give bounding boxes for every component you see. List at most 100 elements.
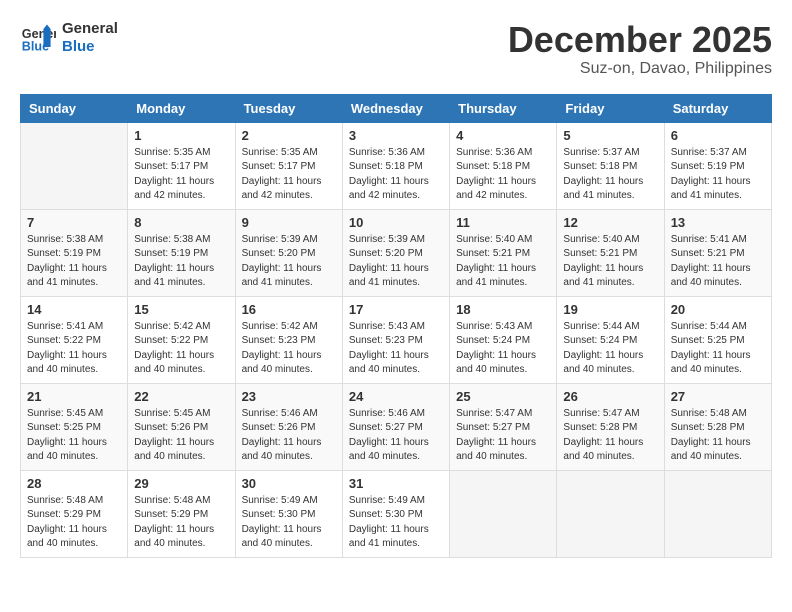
calendar-cell: 3 Sunrise: 5:36 AM Sunset: 5:18 PM Daylig… bbox=[342, 122, 449, 209]
day-number: 2 bbox=[242, 128, 336, 143]
calendar-week-row: 28 Sunrise: 5:48 AM Sunset: 5:29 PM Dayli… bbox=[21, 470, 772, 557]
day-info: Sunrise: 5:45 AM Sunset: 5:26 PM Dayligh… bbox=[134, 407, 228, 465]
day-number: 15 bbox=[134, 302, 228, 317]
day-number: 16 bbox=[242, 302, 336, 317]
day-number: 19 bbox=[563, 302, 657, 317]
calendar-cell bbox=[450, 470, 557, 557]
calendar-cell: 25Sunrise: 5:47 AM Sunset: 5:27 PM Dayli… bbox=[450, 383, 557, 470]
day-number: 10 bbox=[349, 215, 443, 230]
day-number: 18 bbox=[456, 302, 550, 317]
day-number: 4 bbox=[456, 128, 550, 143]
weekday-header-monday: Monday bbox=[128, 94, 235, 122]
calendar-cell: 6 Sunrise: 5:37 AM Sunset: 5:19 PM Daylig… bbox=[664, 122, 771, 209]
calendar-cell bbox=[557, 470, 664, 557]
day-info: Sunrise: 5:37 AM Sunset: 5:18 PM Dayligh… bbox=[563, 146, 657, 204]
calendar-cell: 23Sunrise: 5:46 AM Sunset: 5:26 PM Dayli… bbox=[235, 383, 342, 470]
day-info: Sunrise: 5:48 AM Sunset: 5:28 PM Dayligh… bbox=[671, 407, 765, 465]
calendar-cell bbox=[664, 470, 771, 557]
day-info: Sunrise: 5:43 AM Sunset: 5:24 PM Dayligh… bbox=[456, 320, 550, 378]
calendar-cell bbox=[21, 122, 128, 209]
calendar-cell: 15Sunrise: 5:42 AM Sunset: 5:22 PM Dayli… bbox=[128, 296, 235, 383]
day-info: Sunrise: 5:44 AM Sunset: 5:24 PM Dayligh… bbox=[563, 320, 657, 378]
calendar-header-row: SundayMondayTuesdayWednesdayThursdayFrid… bbox=[21, 94, 772, 122]
calendar-cell: 30 Sunrise: 5:49 AM Sunset: 5:30 PM Dayli… bbox=[235, 470, 342, 557]
day-number: 26 bbox=[563, 389, 657, 404]
day-info: Sunrise: 5:36 AM Sunset: 5:18 PM Dayligh… bbox=[456, 146, 550, 204]
page-header: General Blue General Blue December 2025 … bbox=[20, 20, 772, 78]
day-info: Sunrise: 5:40 AM Sunset: 5:21 PM Dayligh… bbox=[563, 233, 657, 291]
day-number: 14 bbox=[27, 302, 121, 317]
day-info: Sunrise: 5:43 AM Sunset: 5:23 PM Dayligh… bbox=[349, 320, 443, 378]
day-info: Sunrise: 5:48 AM Sunset: 5:29 PM Dayligh… bbox=[134, 494, 228, 552]
day-info: Sunrise: 5:46 AM Sunset: 5:27 PM Dayligh… bbox=[349, 407, 443, 465]
day-number: 1 bbox=[134, 128, 228, 143]
day-number: 24 bbox=[349, 389, 443, 404]
day-info: Sunrise: 5:49 AM Sunset: 5:30 PM Dayligh… bbox=[242, 494, 336, 552]
calendar-cell: 31 Sunrise: 5:49 AM Sunset: 5:30 PM Dayli… bbox=[342, 470, 449, 557]
day-info: Sunrise: 5:35 AM Sunset: 5:17 PM Dayligh… bbox=[242, 146, 336, 204]
month-title: December 2025 bbox=[508, 20, 772, 60]
calendar-cell: 27 Sunrise: 5:48 AM Sunset: 5:28 PM Dayli… bbox=[664, 383, 771, 470]
calendar-cell: 19 Sunrise: 5:44 AM Sunset: 5:24 PM Dayli… bbox=[557, 296, 664, 383]
day-info: Sunrise: 5:39 AM Sunset: 5:20 PM Dayligh… bbox=[242, 233, 336, 291]
day-number: 23 bbox=[242, 389, 336, 404]
calendar-cell: 4 Sunrise: 5:36 AM Sunset: 5:18 PM Daylig… bbox=[450, 122, 557, 209]
day-number: 12 bbox=[563, 215, 657, 230]
day-info: Sunrise: 5:38 AM Sunset: 5:19 PM Dayligh… bbox=[134, 233, 228, 291]
weekday-header-sunday: Sunday bbox=[21, 94, 128, 122]
day-info: Sunrise: 5:48 AM Sunset: 5:29 PM Dayligh… bbox=[27, 494, 121, 552]
calendar-cell: 8Sunrise: 5:38 AM Sunset: 5:19 PM Daylig… bbox=[128, 209, 235, 296]
calendar-table: SundayMondayTuesdayWednesdayThursdayFrid… bbox=[20, 94, 772, 558]
calendar-week-row: 21Sunrise: 5:45 AM Sunset: 5:25 PM Dayli… bbox=[21, 383, 772, 470]
calendar-cell: 11Sunrise: 5:40 AM Sunset: 5:21 PM Dayli… bbox=[450, 209, 557, 296]
calendar-cell: 20Sunrise: 5:44 AM Sunset: 5:25 PM Dayli… bbox=[664, 296, 771, 383]
logo-text-line2: Blue bbox=[62, 38, 118, 56]
day-info: Sunrise: 5:44 AM Sunset: 5:25 PM Dayligh… bbox=[671, 320, 765, 378]
calendar-cell: 22 Sunrise: 5:45 AM Sunset: 5:26 PM Dayli… bbox=[128, 383, 235, 470]
calendar-cell: 17 Sunrise: 5:43 AM Sunset: 5:23 PM Dayli… bbox=[342, 296, 449, 383]
day-number: 3 bbox=[349, 128, 443, 143]
day-number: 21 bbox=[27, 389, 121, 404]
logo: General Blue General Blue bbox=[20, 20, 118, 56]
calendar-cell: 26Sunrise: 5:47 AM Sunset: 5:28 PM Dayli… bbox=[557, 383, 664, 470]
day-info: Sunrise: 5:36 AM Sunset: 5:18 PM Dayligh… bbox=[349, 146, 443, 204]
calendar-cell: 9 Sunrise: 5:39 AM Sunset: 5:20 PM Daylig… bbox=[235, 209, 342, 296]
calendar-week-row: 14 Sunrise: 5:41 AM Sunset: 5:22 PM Dayli… bbox=[21, 296, 772, 383]
day-info: Sunrise: 5:49 AM Sunset: 5:30 PM Dayligh… bbox=[349, 494, 443, 552]
day-number: 7 bbox=[27, 215, 121, 230]
day-number: 27 bbox=[671, 389, 765, 404]
day-info: Sunrise: 5:41 AM Sunset: 5:22 PM Dayligh… bbox=[27, 320, 121, 378]
calendar-cell: 2 Sunrise: 5:35 AM Sunset: 5:17 PM Daylig… bbox=[235, 122, 342, 209]
calendar-cell: 14 Sunrise: 5:41 AM Sunset: 5:22 PM Dayli… bbox=[21, 296, 128, 383]
day-info: Sunrise: 5:37 AM Sunset: 5:19 PM Dayligh… bbox=[671, 146, 765, 204]
day-number: 9 bbox=[242, 215, 336, 230]
location-subtitle: Suz-on, Davao, Philippines bbox=[508, 60, 772, 78]
day-info: Sunrise: 5:42 AM Sunset: 5:23 PM Dayligh… bbox=[242, 320, 336, 378]
day-number: 30 bbox=[242, 476, 336, 491]
weekday-header-tuesday: Tuesday bbox=[235, 94, 342, 122]
calendar-cell: 10Sunrise: 5:39 AM Sunset: 5:20 PM Dayli… bbox=[342, 209, 449, 296]
calendar-cell: 29Sunrise: 5:48 AM Sunset: 5:29 PM Dayli… bbox=[128, 470, 235, 557]
day-number: 28 bbox=[27, 476, 121, 491]
weekday-header-thursday: Thursday bbox=[450, 94, 557, 122]
calendar-cell: 18 Sunrise: 5:43 AM Sunset: 5:24 PM Dayli… bbox=[450, 296, 557, 383]
day-number: 17 bbox=[349, 302, 443, 317]
calendar-cell: 21Sunrise: 5:45 AM Sunset: 5:25 PM Dayli… bbox=[21, 383, 128, 470]
day-number: 22 bbox=[134, 389, 228, 404]
logo-text-line1: General bbox=[62, 20, 118, 38]
calendar-cell: 12 Sunrise: 5:40 AM Sunset: 5:21 PM Dayli… bbox=[557, 209, 664, 296]
calendar-week-row: 1 Sunrise: 5:35 AM Sunset: 5:17 PM Daylig… bbox=[21, 122, 772, 209]
day-info: Sunrise: 5:35 AM Sunset: 5:17 PM Dayligh… bbox=[134, 146, 228, 204]
calendar-week-row: 7 Sunrise: 5:38 AM Sunset: 5:19 PM Daylig… bbox=[21, 209, 772, 296]
day-number: 31 bbox=[349, 476, 443, 491]
calendar-cell: 24 Sunrise: 5:46 AM Sunset: 5:27 PM Dayli… bbox=[342, 383, 449, 470]
day-info: Sunrise: 5:40 AM Sunset: 5:21 PM Dayligh… bbox=[456, 233, 550, 291]
day-number: 5 bbox=[563, 128, 657, 143]
day-number: 6 bbox=[671, 128, 765, 143]
weekday-header-saturday: Saturday bbox=[664, 94, 771, 122]
calendar-cell: 7Sunrise: 5:38 AM Sunset: 5:19 PM Daylig… bbox=[21, 209, 128, 296]
calendar-cell: 1 Sunrise: 5:35 AM Sunset: 5:17 PM Daylig… bbox=[128, 122, 235, 209]
day-info: Sunrise: 5:41 AM Sunset: 5:21 PM Dayligh… bbox=[671, 233, 765, 291]
calendar-cell: 5 Sunrise: 5:37 AM Sunset: 5:18 PM Daylig… bbox=[557, 122, 664, 209]
logo-icon: General Blue bbox=[20, 20, 56, 56]
